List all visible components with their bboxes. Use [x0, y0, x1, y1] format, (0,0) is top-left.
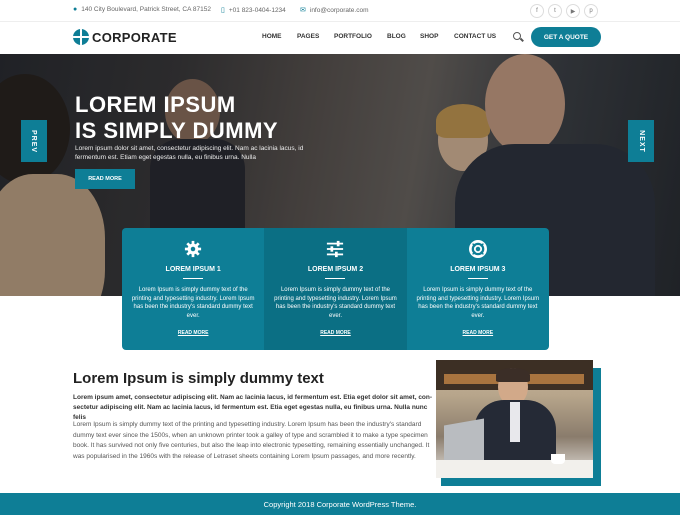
get-quote-button[interactable]: GET A QUOTE	[531, 27, 601, 47]
site-logo[interactable]: CORPORATE	[73, 29, 177, 45]
address-info: ● 140 City Boulevard, Patrick Street, CA…	[73, 6, 211, 13]
site-header: CORPORATE HOME PAGES PORTFOLIO BLOG SHOP…	[0, 22, 680, 54]
feature-read-more-link[interactable]: READ MORE	[122, 330, 264, 336]
pinterest-icon[interactable]: p	[584, 4, 598, 18]
about-title: Lorem Ipsum is simply dummy text	[73, 370, 324, 387]
hero-title-line2: IS SIMPLY DUMMY	[75, 118, 279, 143]
nav-portfolio[interactable]: PORTFOLIO	[334, 33, 372, 40]
gear-icon	[185, 240, 202, 258]
slider-next-button[interactable]: NEXT	[628, 120, 654, 162]
hero-title-line1: LOREM IPSUM	[75, 92, 236, 117]
mail-icon: ✉	[300, 7, 306, 14]
feature-title: LOREM IPSUM 1	[165, 266, 221, 273]
about-photo	[436, 360, 593, 478]
address-text: 140 City Boulevard, Patrick Street, CA 8…	[81, 6, 211, 13]
hero-title: LOREM IPSUM IS SIMPLY DUMMY	[75, 92, 278, 144]
nav-home[interactable]: HOME	[262, 33, 282, 40]
logo-text: CORPORATE	[92, 29, 177, 45]
next-label: NEXT	[637, 129, 645, 153]
search-icon[interactable]	[513, 32, 521, 40]
email-text[interactable]: info@corporate.com	[310, 7, 369, 14]
twitter-icon[interactable]: t	[548, 4, 562, 18]
sliders-icon	[327, 240, 344, 258]
feature-text: Lorem Ipsum is simply dummy text of the …	[274, 287, 397, 319]
copyright-text: Copyright 2018 Corporate WordPress Theme…	[263, 499, 417, 509]
feature-card-3: LOREM IPSUM 3 Lorem Ipsum is simply dumm…	[407, 228, 549, 350]
feature-text: Lorem Ipsum is simply dummy text of the …	[131, 287, 255, 319]
youtube-icon[interactable]: ▶	[566, 4, 580, 18]
lifebuoy-icon	[468, 240, 487, 258]
facebook-icon[interactable]: f	[530, 4, 544, 18]
feature-title: LOREM IPSUM 2	[307, 266, 364, 273]
hero-read-more-button[interactable]: READ MORE	[75, 169, 135, 189]
phone-info[interactable]: ▯ +01 823-0404-1234	[221, 6, 286, 15]
about-body-text: Lorem Ipsum is simply dummy text of the …	[73, 421, 430, 460]
feature-title: LOREM IPSUM 3	[450, 266, 506, 273]
globe-icon	[73, 29, 89, 45]
site-footer: Copyright 2018 Corporate WordPress Theme…	[0, 493, 680, 515]
photo-man-hair	[496, 368, 530, 382]
photo-desk	[436, 460, 593, 478]
about-lead-text: Lorem ipsum amet, consectetur adipiscing…	[73, 394, 433, 421]
feature-divider	[467, 278, 488, 279]
nav-blog[interactable]: BLOG	[387, 33, 406, 40]
feature-read-more-link[interactable]: READ MORE	[264, 330, 406, 336]
nav-pages[interactable]: PAGES	[297, 33, 319, 40]
phone-icon: ▯	[221, 7, 225, 14]
feature-text: Lorem Ipsum is simply dummy text of the …	[416, 287, 540, 319]
features-panel: LOREM IPSUM 1 Lorem Ipsum is simply dumm…	[122, 228, 549, 350]
location-icon: ●	[73, 6, 78, 13]
nav-contact[interactable]: CONTACT US	[454, 33, 496, 40]
feature-read-more-link[interactable]: READ MORE	[407, 330, 549, 336]
feature-divider	[183, 278, 204, 279]
nav-shop[interactable]: SHOP	[420, 33, 438, 40]
slider-prev-button[interactable]: PREV	[21, 120, 47, 162]
top-bar: ● 140 City Boulevard, Patrick Street, CA…	[0, 0, 680, 22]
email-info[interactable]: ✉ info@corporate.com	[300, 6, 369, 15]
phone-text[interactable]: +01 823-0404-1234	[229, 7, 286, 14]
feature-card-1: LOREM IPSUM 1 Lorem Ipsum is simply dumm…	[122, 228, 264, 350]
photo-man-shirt	[510, 402, 520, 442]
hero-subtitle: Lorem ipsum dolor sit amet, consectetur …	[75, 145, 304, 161]
feature-card-2: LOREM IPSUM 2 Lorem Ipsum is simply dumm…	[264, 228, 407, 350]
photo-cup	[551, 454, 565, 464]
prev-label: PREV	[30, 129, 38, 153]
feature-divider	[325, 278, 346, 279]
